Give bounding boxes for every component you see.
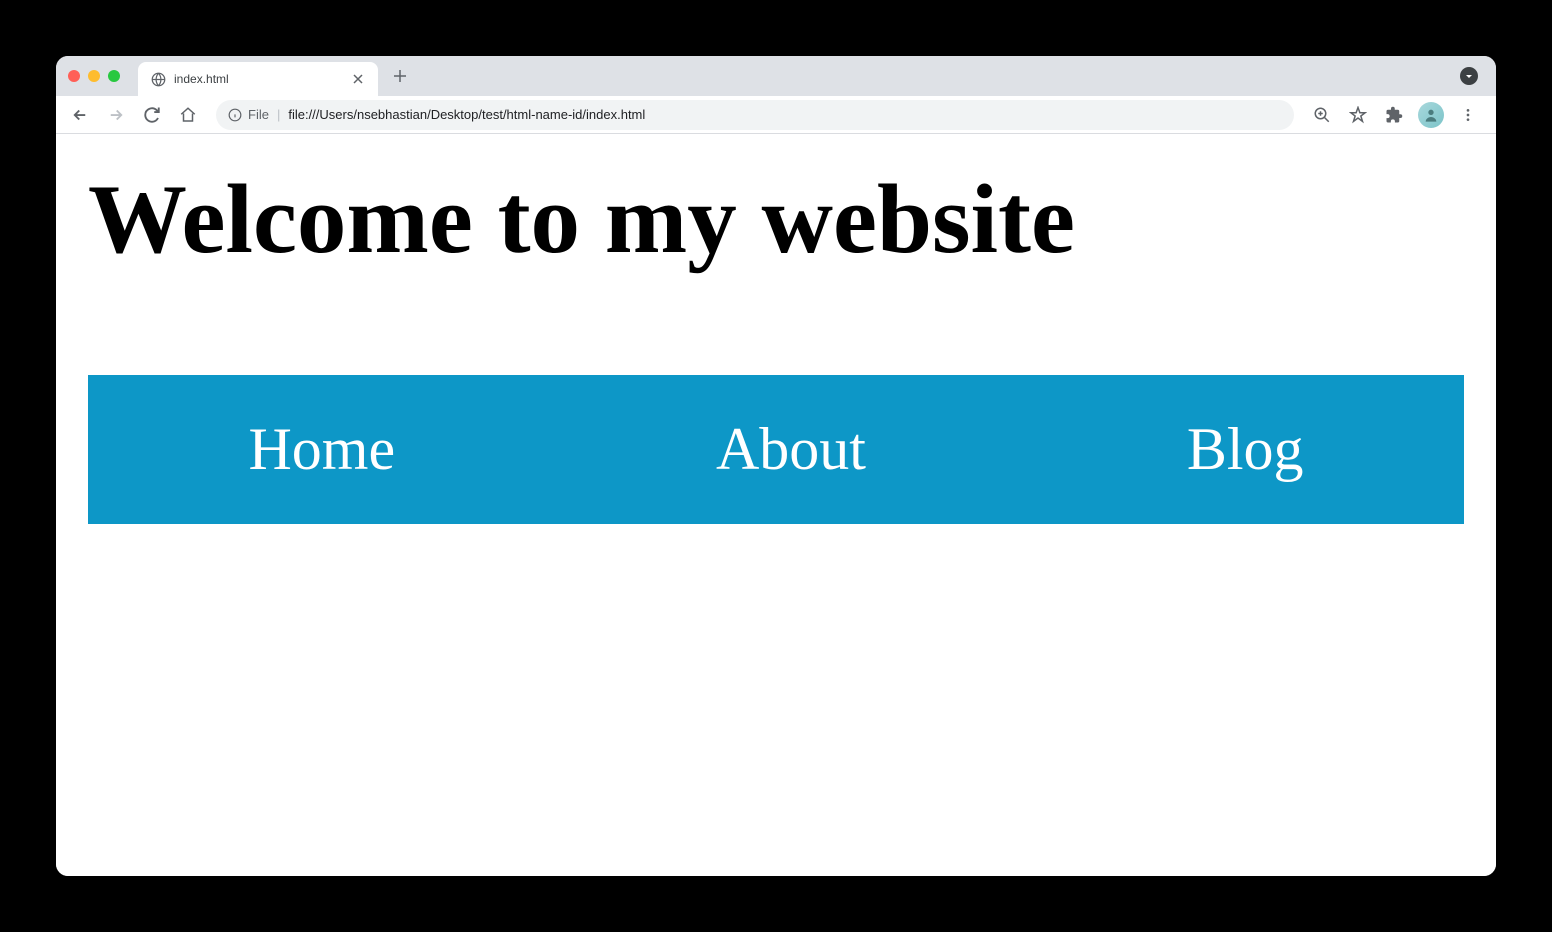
page-heading: Welcome to my website: [88, 166, 1464, 275]
window-minimize-button[interactable]: [88, 70, 100, 82]
viewport: Welcome to my website Home About Blog: [56, 134, 1496, 876]
tab-bar: index.html: [56, 56, 1496, 96]
nav-link-blog[interactable]: Blog: [1187, 415, 1304, 484]
reload-button[interactable]: [136, 99, 168, 131]
tab-search-button[interactable]: [1460, 67, 1478, 85]
address-divider: |: [277, 107, 280, 122]
url-text: file:///Users/nsebhastian/Desktop/test/h…: [288, 107, 1282, 122]
main-nav: Home About Blog: [88, 375, 1464, 524]
window-close-button[interactable]: [68, 70, 80, 82]
tab-close-button[interactable]: [350, 71, 366, 87]
browser-window: index.html: [56, 56, 1496, 876]
file-prefix-label: File: [248, 107, 269, 122]
nav-link-home[interactable]: Home: [248, 415, 395, 484]
tab-title: index.html: [174, 72, 342, 86]
avatar-icon: [1423, 107, 1439, 123]
window-maximize-button[interactable]: [108, 70, 120, 82]
zoom-button[interactable]: [1306, 99, 1338, 131]
browser-tab[interactable]: index.html: [138, 62, 378, 96]
info-icon: [228, 108, 242, 122]
profile-avatar[interactable]: [1418, 102, 1444, 128]
home-button[interactable]: [172, 99, 204, 131]
nav-link-about[interactable]: About: [716, 415, 866, 484]
tab-bar-right: [1460, 67, 1484, 85]
toolbar-right: [1306, 99, 1488, 131]
menu-button[interactable]: [1452, 99, 1484, 131]
window-controls: [68, 70, 120, 82]
site-info-button[interactable]: File: [228, 107, 269, 122]
forward-button[interactable]: [100, 99, 132, 131]
extensions-button[interactable]: [1378, 99, 1410, 131]
back-button[interactable]: [64, 99, 96, 131]
globe-icon: [150, 71, 166, 87]
toolbar: File | file:///Users/nsebhastian/Desktop…: [56, 96, 1496, 134]
new-tab-button[interactable]: [386, 62, 414, 90]
address-bar[interactable]: File | file:///Users/nsebhastian/Desktop…: [216, 100, 1294, 130]
bookmark-button[interactable]: [1342, 99, 1374, 131]
